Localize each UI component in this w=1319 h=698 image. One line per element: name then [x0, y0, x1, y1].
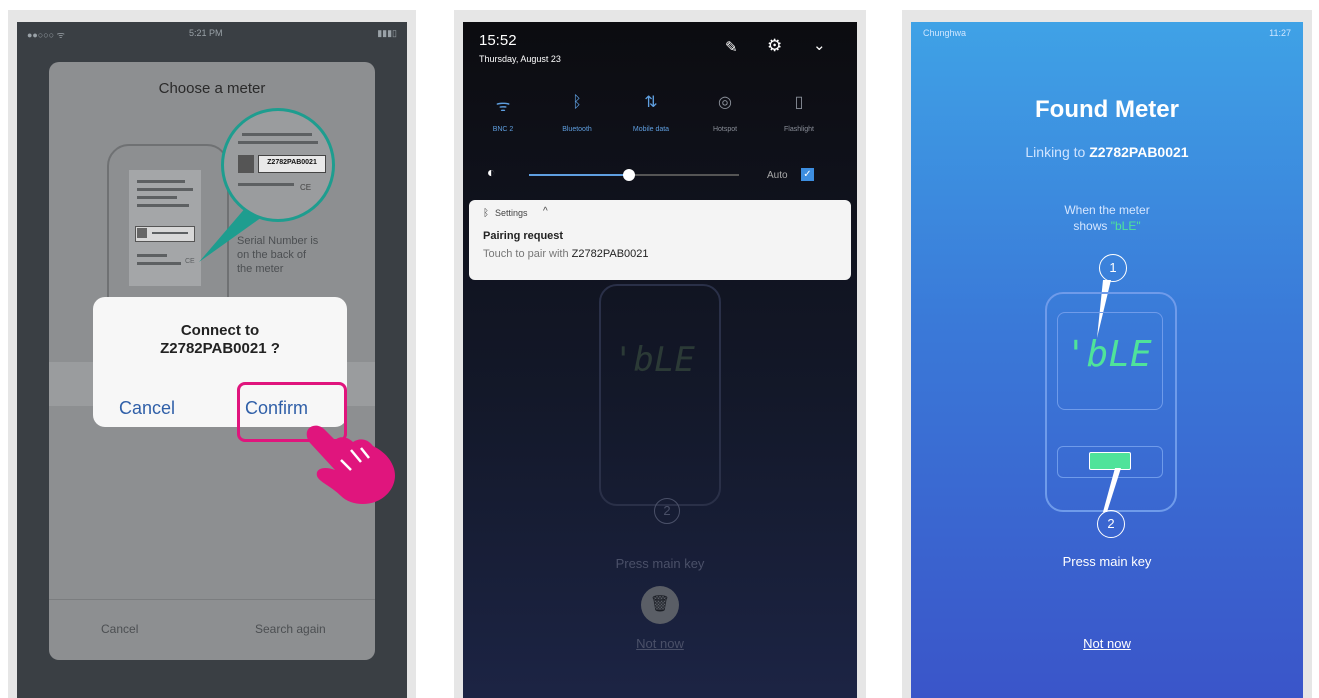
qs-label-hotspot: Hotspot: [712, 126, 738, 133]
instruction-text: When the meter shows "bLE": [1064, 203, 1150, 233]
qs-label-wifi: BNC 2: [492, 126, 514, 133]
brightness-slider[interactable]: [529, 169, 739, 181]
delete-notification-icon[interactable]: 🗑: [641, 586, 679, 624]
qs-label-bluetooth: Bluetooth: [562, 126, 592, 133]
hotspot-icon[interactable]: ◎: [695, 92, 755, 112]
phone-screen-2: 15:52 Thursday, August 23 ✎ ⚙ ⌄ ᯤ BNC 2 …: [463, 22, 857, 698]
brightness-icon: ◐: [487, 164, 496, 180]
phone-screen-1: ●●○○○ ᯤ 5:21 PM ▮▮▮▯ Choose a meter CE Z…: [17, 22, 407, 698]
signal-icon: ●●○○○ ᯤ: [27, 30, 65, 40]
edit-icon[interactable]: ✎: [725, 38, 738, 56]
status-bar: ●●○○○ ᯤ 5:21 PM ▮▮▮▯: [17, 22, 407, 44]
auto-brightness-label: Auto: [767, 170, 788, 181]
press-main-key-text: Press main key: [615, 556, 705, 571]
phone-frame-3: Chunghwa 11:27 Found Meter Linking to Z2…: [902, 10, 1312, 698]
serial-number-tag: Z2782PAB0021: [258, 155, 326, 173]
step-2-marker: 2: [1097, 510, 1125, 538]
battery-icon: ▮▮▮▯: [377, 28, 397, 38]
brightness-slider-thumb[interactable]: [623, 169, 635, 181]
clock-time: 15:52: [479, 32, 517, 49]
magnifier-circle: Z2782PAB0021 CE: [221, 108, 335, 222]
notification-title: Pairing request: [483, 230, 564, 242]
flashlight-icon[interactable]: ▯: [769, 92, 829, 112]
dialog-cancel-button[interactable]: Cancel: [119, 398, 175, 419]
not-now-link[interactable]: Not now: [463, 636, 857, 651]
notification-app-name: Settings: [495, 208, 528, 218]
small-serial-tag: [135, 226, 195, 242]
meter-display: 'bLE: [1065, 334, 1152, 375]
press-main-key-text: Press main key: [1062, 554, 1152, 569]
step-1-marker: 1: [1099, 254, 1127, 282]
background-meter-illustration: [599, 284, 721, 506]
user-icon: [238, 155, 254, 173]
bluetooth-icon[interactable]: ᛒ: [547, 94, 607, 112]
pairing-notification[interactable]: ᛒ Settings ^ Pairing request Touch to pa…: [469, 200, 851, 280]
found-meter-title: Found Meter: [1035, 96, 1179, 123]
collapse-chevron-icon[interactable]: ⌄: [813, 36, 826, 54]
status-time: 11:27: [1269, 28, 1291, 38]
pointing-hand-icon: [306, 425, 395, 504]
qs-label-mobile-data: Mobile data: [632, 126, 670, 133]
settings-gear-icon[interactable]: ⚙: [767, 36, 782, 56]
status-carrier: Chunghwa: [923, 28, 967, 38]
panel-bottom-bar: Cancel Search again: [49, 599, 375, 660]
step-2-marker: 2: [654, 498, 680, 524]
notification-expand-chevron-icon[interactable]: ^: [543, 206, 548, 217]
background-meter-display: 'bLE: [613, 340, 695, 380]
status-time: 5:21 PM: [189, 28, 223, 38]
phone-screen-3: Chunghwa 11:27 Found Meter Linking to Z2…: [911, 22, 1303, 698]
mobile-data-icon[interactable]: ⇅: [621, 92, 681, 112]
status-bar: Chunghwa 11:27: [911, 22, 1303, 44]
clock-date: Thursday, August 23: [479, 54, 561, 64]
qs-label-flashlight: Flashlight: [784, 126, 814, 133]
phone-frame-1: ●●○○○ ᯤ 5:21 PM ▮▮▮▯ Choose a meter CE Z…: [8, 10, 416, 698]
not-now-link[interactable]: Not now: [911, 636, 1303, 651]
serial-hint: Serial Number is on the back of the mete…: [237, 235, 319, 275]
auto-brightness-checkbox[interactable]: ✓: [801, 168, 814, 181]
meter-label-sticker: CE: [129, 170, 201, 286]
connect-dialog-message: Connect to Z2782PAB0021 ?: [160, 322, 280, 357]
search-again-button[interactable]: Search again: [255, 622, 326, 636]
notification-body: Touch to pair with Z2782PAB0021: [483, 248, 649, 260]
phone-frame-2: 15:52 Thursday, August 23 ✎ ⚙ ⌄ ᯤ BNC 2 …: [454, 10, 866, 698]
panel-cancel-button[interactable]: Cancel: [101, 622, 138, 636]
bluetooth-icon: ᛒ: [483, 208, 489, 219]
panel-title: Choose a meter: [158, 80, 266, 97]
wifi-icon[interactable]: ᯤ: [473, 94, 533, 116]
linking-to-text: Linking to Z2782PAB0021: [1025, 144, 1189, 160]
